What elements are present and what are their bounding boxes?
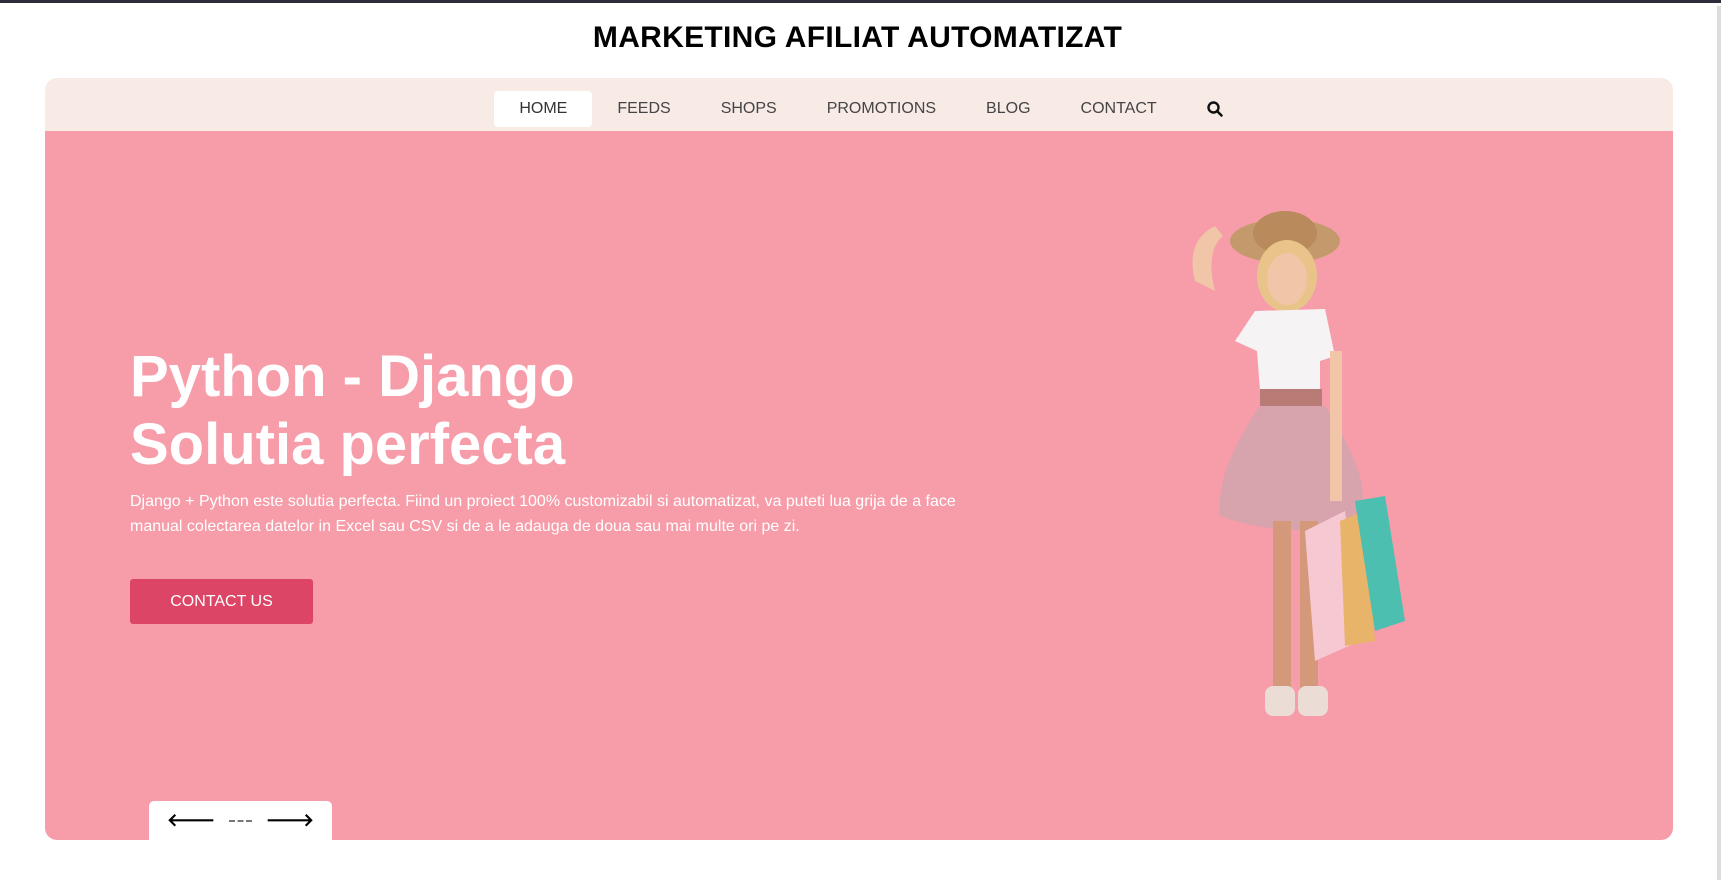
arrow-right-icon[interactable]: 🡒 bbox=[266, 810, 314, 831]
nav-blog[interactable]: BLOG bbox=[961, 91, 1055, 127]
site-title: MARKETING AFILIAT AUTOMATIZAT bbox=[592, 21, 1123, 54]
hero-headline: Python - Django Solutia perfecta bbox=[130, 343, 575, 479]
nav-shops[interactable]: SHOPS bbox=[696, 91, 802, 127]
headline-line-2: Solutia perfecta bbox=[130, 412, 566, 477]
hero-girl-image bbox=[1192, 211, 1405, 716]
nav-home[interactable]: HOME bbox=[494, 91, 593, 127]
scrollbar[interactable] bbox=[1717, 6, 1721, 880]
arrow-left-icon[interactable]: 🡐 bbox=[167, 810, 215, 831]
search-icon[interactable] bbox=[1206, 100, 1224, 118]
headline-line-1: Python - Django bbox=[130, 344, 575, 409]
contact-us-button[interactable]: CONTACT US bbox=[130, 579, 313, 624]
nav-feeds[interactable]: FEEDS bbox=[592, 91, 695, 127]
nav-contact[interactable]: CONTACT bbox=[1056, 91, 1182, 127]
slider-progress bbox=[229, 819, 252, 822]
slider-controls: 🡐 🡒 bbox=[149, 801, 332, 840]
nav-promotions[interactable]: PROMOTIONS bbox=[802, 91, 961, 127]
hero-description: Django + Python este solutia perfecta. F… bbox=[130, 493, 956, 535]
